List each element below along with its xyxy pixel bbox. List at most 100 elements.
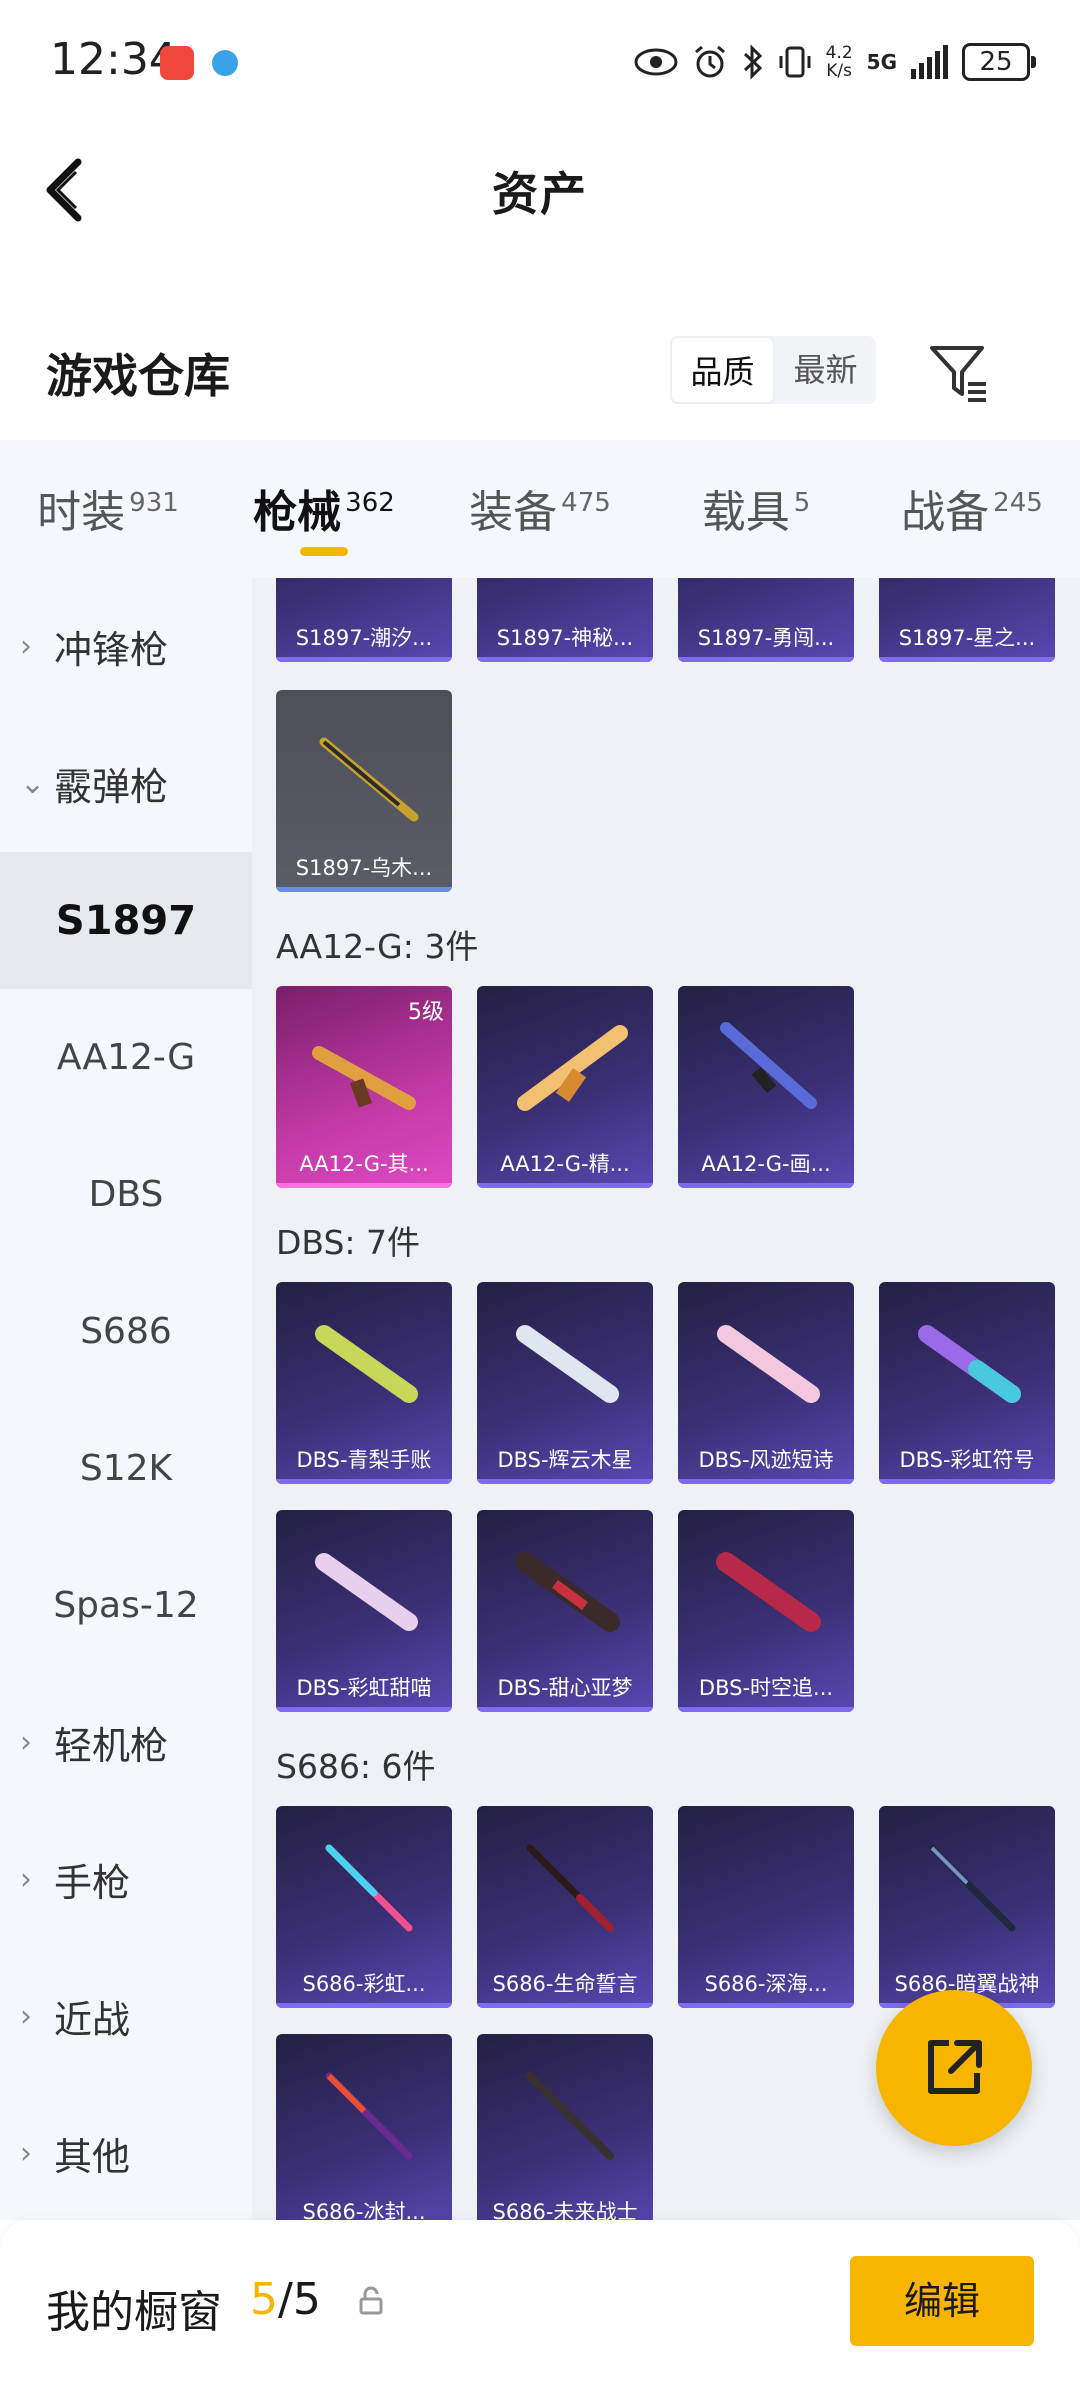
shotgun-image	[717, 1325, 820, 1403]
sidebar-item-s12k[interactable]: S12K	[0, 1400, 252, 1537]
speed-value: 4.2	[825, 43, 853, 63]
tab-active-indicator	[300, 547, 348, 556]
weapon-card[interactable]: S686-生命誓言	[477, 1806, 653, 2008]
weapon-card[interactable]: AA12-G-精...	[477, 986, 653, 1188]
chevron-right-icon: ›	[20, 1862, 32, 1897]
page-title: 资产	[492, 167, 588, 221]
card-underline	[477, 1707, 653, 1712]
weapon-name: DBS-青梨手账	[296, 1448, 432, 1472]
weapon-name: DBS-甜心亚梦	[497, 1676, 633, 1700]
sidebar-item-spas12[interactable]: Spas-12	[0, 1537, 252, 1674]
sidebar-item-smg[interactable]: › 冲锋枪	[0, 578, 252, 715]
tab-count: 362	[345, 488, 395, 519]
tab-count: 245	[993, 488, 1043, 519]
weapon-name: S686-彩虹...	[302, 1972, 426, 1996]
weapon-name: S686-冰封...	[302, 2200, 426, 2220]
filter-button[interactable]	[926, 340, 992, 406]
weapon-name: S686-生命誓言	[492, 1972, 638, 1996]
tab-label: 装备	[469, 487, 558, 538]
sidebar-item-pistol[interactable]: › 手枪	[0, 1811, 252, 1948]
app-notification-icon	[160, 46, 194, 80]
network-speed: 4.2 K/s	[826, 44, 853, 80]
sidebar-item-aa12g[interactable]: AA12-G	[0, 989, 252, 1126]
shotgun-image	[325, 2072, 413, 2160]
sidebar-item-shotgun[interactable]: ⌄ 霰弹枪	[0, 715, 252, 852]
weapon-card[interactable]: S1897-潮汐...	[276, 578, 452, 662]
chevron-right-icon: ›	[20, 629, 32, 664]
weapon-card[interactable]: S686-暗翼战神	[879, 1806, 1055, 2008]
share-showcase-button[interactable]	[876, 1990, 1032, 2146]
sidebar-item-dbs[interactable]: DBS	[0, 1126, 252, 1263]
shotgun-image	[515, 1552, 620, 1632]
weapon-card[interactable]: S686-未来战士	[477, 2034, 653, 2220]
weapon-card[interactable]: DBS-彩虹甜喵	[276, 1510, 452, 1712]
shotgun-image	[516, 1325, 619, 1403]
status-bar: 12:34 4.2 K/s 5G 25	[0, 0, 1080, 120]
sidebar-item-s686[interactable]: S686	[0, 1263, 252, 1400]
sidebar-item-other[interactable]: › 其他	[0, 2085, 252, 2222]
chevron-right-icon: ›	[20, 1725, 32, 1760]
tab-label: 枪械	[253, 487, 342, 538]
tab-firearms[interactable]: 枪械 362	[216, 440, 432, 578]
weapon-card[interactable]: S1897-星之...	[879, 578, 1055, 662]
tab-label: 战备	[901, 487, 990, 538]
weapon-card[interactable]: S1897-神秘...	[477, 578, 653, 662]
tab-vehicles[interactable]: 载具 5	[648, 440, 864, 578]
sidebar-item-lmg[interactable]: › 轻机枪	[0, 1674, 252, 1811]
tab-count: 5	[793, 488, 811, 519]
weapon-card[interactable]: DBS-辉云木星	[477, 1282, 653, 1484]
weapon-name: DBS-彩虹符号	[899, 1448, 1035, 1472]
weapon-card[interactable]: S1897-勇闯...	[678, 578, 854, 662]
weapon-name: S1897-乌木...	[295, 856, 433, 880]
weapon-card[interactable]: S686-深海...	[678, 1806, 854, 2008]
showcase-separator: /	[278, 2274, 293, 2325]
status-time: 12:34	[50, 34, 177, 85]
card-underline	[678, 657, 854, 662]
weapon-card[interactable]: 5级 AA12-G-其...	[276, 986, 452, 1188]
shotgun-image	[928, 1844, 1016, 1932]
card-underline	[879, 657, 1055, 662]
weapon-name: AA12-G-精...	[500, 1152, 630, 1176]
shotgun-image	[319, 737, 419, 822]
sort-quality-button[interactable]: 品质	[670, 336, 775, 404]
chevron-down-icon: ⌄	[20, 766, 46, 801]
tab-count: 931	[129, 488, 179, 519]
weapon-name: DBS-风迹短诗	[698, 1448, 834, 1472]
weapon-card[interactable]: DBS-青梨手账	[276, 1282, 452, 1484]
card-underline	[276, 1183, 452, 1188]
nav-bar: 资产	[0, 120, 1080, 260]
sidebar-item-label: 近战	[54, 1998, 131, 2042]
weapon-card[interactable]: DBS-风迹短诗	[678, 1282, 854, 1484]
share-external-icon	[928, 2040, 982, 2094]
shotgun-image	[315, 1553, 418, 1631]
tab-equipment[interactable]: 装备 475	[432, 440, 648, 578]
weapon-card[interactable]: DBS-甜心亚梦	[477, 1510, 653, 1712]
weapon-name: S686-深海...	[704, 1972, 828, 1996]
shotgun-image	[918, 1325, 1021, 1403]
edit-button[interactable]: 编辑	[850, 2256, 1034, 2346]
tab-fashion[interactable]: 时装 931	[0, 440, 216, 578]
sort-latest-button[interactable]: 最新	[775, 336, 876, 404]
weapon-name: DBS-彩虹甜喵	[296, 1676, 432, 1700]
weapon-card[interactable]: AA12-G-画...	[678, 986, 854, 1188]
showcase-bar: 我的橱窗 5/5 编辑	[0, 2220, 1080, 2382]
card-underline	[678, 1707, 854, 1712]
sidebar-item-melee[interactable]: › 近战	[0, 1948, 252, 2085]
card-underline	[276, 887, 452, 892]
showcase-current: 5	[250, 2274, 278, 2325]
card-underline	[477, 2003, 653, 2008]
weapon-card[interactable]: S686-冰封...	[276, 2034, 452, 2220]
weapon-card[interactable]: DBS-时空追...	[678, 1510, 854, 1712]
tab-supplies[interactable]: 战备 245	[864, 440, 1080, 578]
weapon-card[interactable]: S686-彩虹...	[276, 1806, 452, 2008]
card-underline	[477, 1479, 653, 1484]
vibrate-icon	[779, 46, 811, 78]
chevron-right-icon: ›	[20, 1999, 32, 2034]
weapon-card[interactable]: S1897-乌木...	[276, 690, 452, 892]
sidebar-item-label: 霰弹枪	[54, 765, 169, 809]
weapon-card[interactable]: DBS-彩虹符号	[879, 1282, 1055, 1484]
showcase-title: 我的橱窗	[46, 2287, 222, 2338]
section-title-dbs: DBS: 7件	[276, 1223, 421, 1262]
sidebar-item-s1897[interactable]: S1897	[0, 852, 252, 989]
category-tabs: 时装 931 枪械 362 装备 475 载具 5 战备 245	[0, 440, 1080, 578]
